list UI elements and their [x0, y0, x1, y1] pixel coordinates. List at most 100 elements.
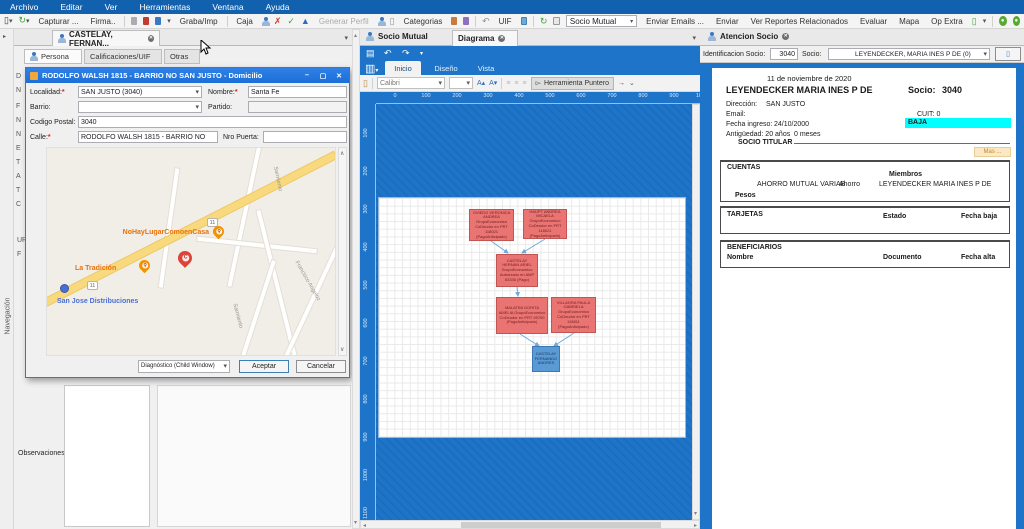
font-increase-icon[interactable]: A▴: [477, 79, 485, 87]
perfil-combobox[interactable]: Socio Mutual ▾: [565, 15, 638, 27]
menu-ayuda[interactable]: Ayuda: [266, 2, 290, 12]
notes-area[interactable]: [157, 385, 351, 527]
enviar-button[interactable]: Enviar: [713, 16, 742, 27]
categorias-button[interactable]: Categorias: [401, 16, 446, 27]
minimize-icon[interactable]: –: [301, 72, 313, 79]
window-icon[interactable]: [520, 17, 528, 25]
file-icon[interactable]: ▤: [366, 48, 375, 59]
reload-icon[interactable]: ↻: [540, 16, 548, 26]
save-as-icon[interactable]: [155, 17, 162, 25]
close-tab-icon[interactable]: ✕: [498, 35, 506, 42]
diagram-node-oviedo[interactable]: OVIEDO VERONICA ANDREA GrupoEconomico Co…: [469, 209, 514, 241]
nombre-input[interactable]: [248, 86, 347, 98]
tab-list-chevron-icon[interactable]: ▾: [692, 34, 696, 42]
scroll-down-icon[interactable]: ∨: [340, 346, 344, 353]
save-red-icon[interactable]: [143, 17, 150, 25]
socio-combobox[interactable]: LEYENDECKER, MARIA INES P DE (0) ▾: [828, 48, 990, 60]
navigation-sidebar[interactable]: Navegación ▸: [0, 29, 14, 529]
redo-icon[interactable]: ↷: [402, 48, 410, 59]
evaluar-button[interactable]: Evaluar: [857, 16, 890, 27]
tab-calificaciones[interactable]: Calificaciones/UIF: [84, 49, 162, 64]
op-extra-button[interactable]: Op Extra: [928, 16, 966, 27]
left-panel-scrollbar[interactable]: ▴ ▾: [352, 29, 360, 529]
menu-editar[interactable]: Editar: [60, 2, 82, 12]
layout-big-icon[interactable]: ▥▾: [365, 62, 378, 75]
diagram-page[interactable]: OVIEDO VERONICA ANDREA GrupoEconomico Co…: [378, 197, 686, 438]
map-pin-red[interactable]: C: [175, 248, 195, 268]
close-icon[interactable]: ✕: [333, 72, 345, 80]
ribbon-tab-inicio[interactable]: Inicio: [385, 61, 421, 75]
generar-perfil-button[interactable]: Generar Perfil: [316, 16, 372, 27]
map-view[interactable]: Sarmiento Francisco Angeloz Sarmiento 11…: [46, 147, 336, 356]
export-icon[interactable]: ▯: [972, 16, 977, 26]
caja-button[interactable]: Caja: [233, 16, 255, 27]
menu-ventana[interactable]: Ventana: [212, 2, 243, 12]
mapa-button[interactable]: Mapa: [896, 16, 922, 27]
diagram-node-malatini[interactable]: MALATINI DORITA AMELIA GrupoEconomico Co…: [496, 297, 548, 334]
page-icon[interactable]: ▯: [390, 16, 395, 26]
ribbon-tab-diseno[interactable]: Diseño: [426, 61, 466, 75]
nav-forward-icon[interactable]: ●: [1012, 16, 1021, 26]
tools-overflow-icon[interactable]: ⌄: [629, 79, 635, 87]
validate-icon[interactable]: ▲: [301, 16, 310, 26]
save-dropdown-icon[interactable]: ▾: [167, 17, 171, 25]
firma-button[interactable]: Firma..: [88, 16, 119, 27]
menu-archivo[interactable]: Archivo: [10, 2, 38, 12]
eraser-icon[interactable]: [451, 17, 458, 25]
open-document-button[interactable]: ▯: [995, 47, 1021, 61]
partido-input[interactable]: [248, 101, 347, 113]
undo-icon[interactable]: ↶: [384, 48, 392, 59]
refresh-icon[interactable]: ↻▾: [18, 16, 29, 26]
person-key-icon[interactable]: [377, 16, 386, 26]
export-dropdown-icon[interactable]: ▾: [983, 17, 987, 25]
align-right-icon[interactable]: ≡: [523, 80, 527, 87]
canvas-vertical-scrollbar[interactable]: ▾: [692, 104, 700, 520]
map-pin-orange[interactable]: ⚲: [136, 257, 153, 274]
scroll-up-icon[interactable]: ∧: [340, 150, 344, 157]
graba-imp-button[interactable]: Graba/Imp: [177, 16, 221, 27]
connector-tool-icon[interactable]: →: [618, 80, 625, 87]
diagram-node-castelay-fernando[interactable]: CASTELAY FERNANDO ANDRES: [532, 346, 560, 372]
font-size-combobox[interactable]: ▾: [448, 77, 473, 89]
aceptar-button[interactable]: Aceptar: [239, 360, 289, 373]
save-gray-icon[interactable]: [131, 17, 138, 25]
identificacion-input[interactable]: [770, 48, 798, 60]
ribbon-tab-vista[interactable]: Vista: [470, 61, 502, 75]
canvas-horizontal-scrollbar[interactable]: ◂ ▸: [360, 520, 700, 529]
diagnostico-combobox[interactable]: Diagnóstico (Child Window) ▾: [138, 360, 230, 373]
codigo-postal-input[interactable]: [78, 116, 347, 128]
confirm-icon[interactable]: ✓: [287, 16, 295, 26]
expand-arrow-icon[interactable]: ▸: [3, 33, 6, 40]
close-tab-icon[interactable]: ✕: [782, 33, 790, 40]
nro-puerta-input[interactable]: [263, 131, 347, 143]
uif-button[interactable]: UIF: [496, 16, 515, 27]
diagram-node-haupt[interactable]: HAUPT ANDREA MICAELA GrupoEconomico CoDe…: [523, 209, 567, 239]
scrollbar-thumb[interactable]: [461, 522, 661, 528]
cancelar-button[interactable]: Cancelar: [296, 360, 346, 373]
tab-persona[interactable]: Persona: [24, 49, 82, 64]
quick-access-chevron-icon[interactable]: ▾: [420, 50, 423, 57]
localidad-combobox[interactable]: SAN JUSTO (3040) ▾: [78, 86, 202, 98]
menu-ver[interactable]: Ver: [105, 2, 118, 12]
menu-herramientas[interactable]: Herramientas: [139, 2, 190, 12]
person-icon[interactable]: [261, 16, 270, 26]
tab-list-chevron-icon[interactable]: ▾: [344, 34, 348, 42]
tab-castelay[interactable]: CASTELAY, FERNAN... ✕: [52, 30, 160, 48]
close-tab-icon[interactable]: ✕: [147, 35, 154, 42]
ver-reportes-button[interactable]: Ver Reportes Relacionados: [748, 16, 851, 27]
align-left-icon[interactable]: ≡: [506, 80, 510, 87]
tools-icon[interactable]: [463, 17, 470, 25]
calle-input[interactable]: [78, 131, 218, 143]
font-decrease-icon[interactable]: A▾: [489, 79, 497, 87]
diagram-canvas[interactable]: OVIEDO VERONICA ANDREA GrupoEconomico Co…: [376, 104, 692, 520]
tab-diagrama[interactable]: Diagrama ✕: [452, 30, 518, 46]
tab-atencion-socio[interactable]: Atencion Socio ✕: [708, 32, 790, 41]
maximize-icon[interactable]: ▢: [317, 72, 329, 80]
barrio-combobox[interactable]: ▾: [78, 101, 202, 113]
diagram-node-villagra[interactable]: VILLAGRA PAULA GABRIELA GrupoEconomico C…: [551, 297, 596, 333]
capturar-button[interactable]: Capturar ...: [36, 16, 82, 27]
dialog-titlebar[interactable]: RODOLFO WALSH 1815 - BARRIO NO SAN JUSTO…: [26, 68, 349, 83]
font-combobox[interactable]: Calibri ▾: [376, 77, 445, 89]
align-center-icon[interactable]: ≡: [514, 80, 518, 87]
paste-icon[interactable]: ▯: [363, 78, 368, 89]
